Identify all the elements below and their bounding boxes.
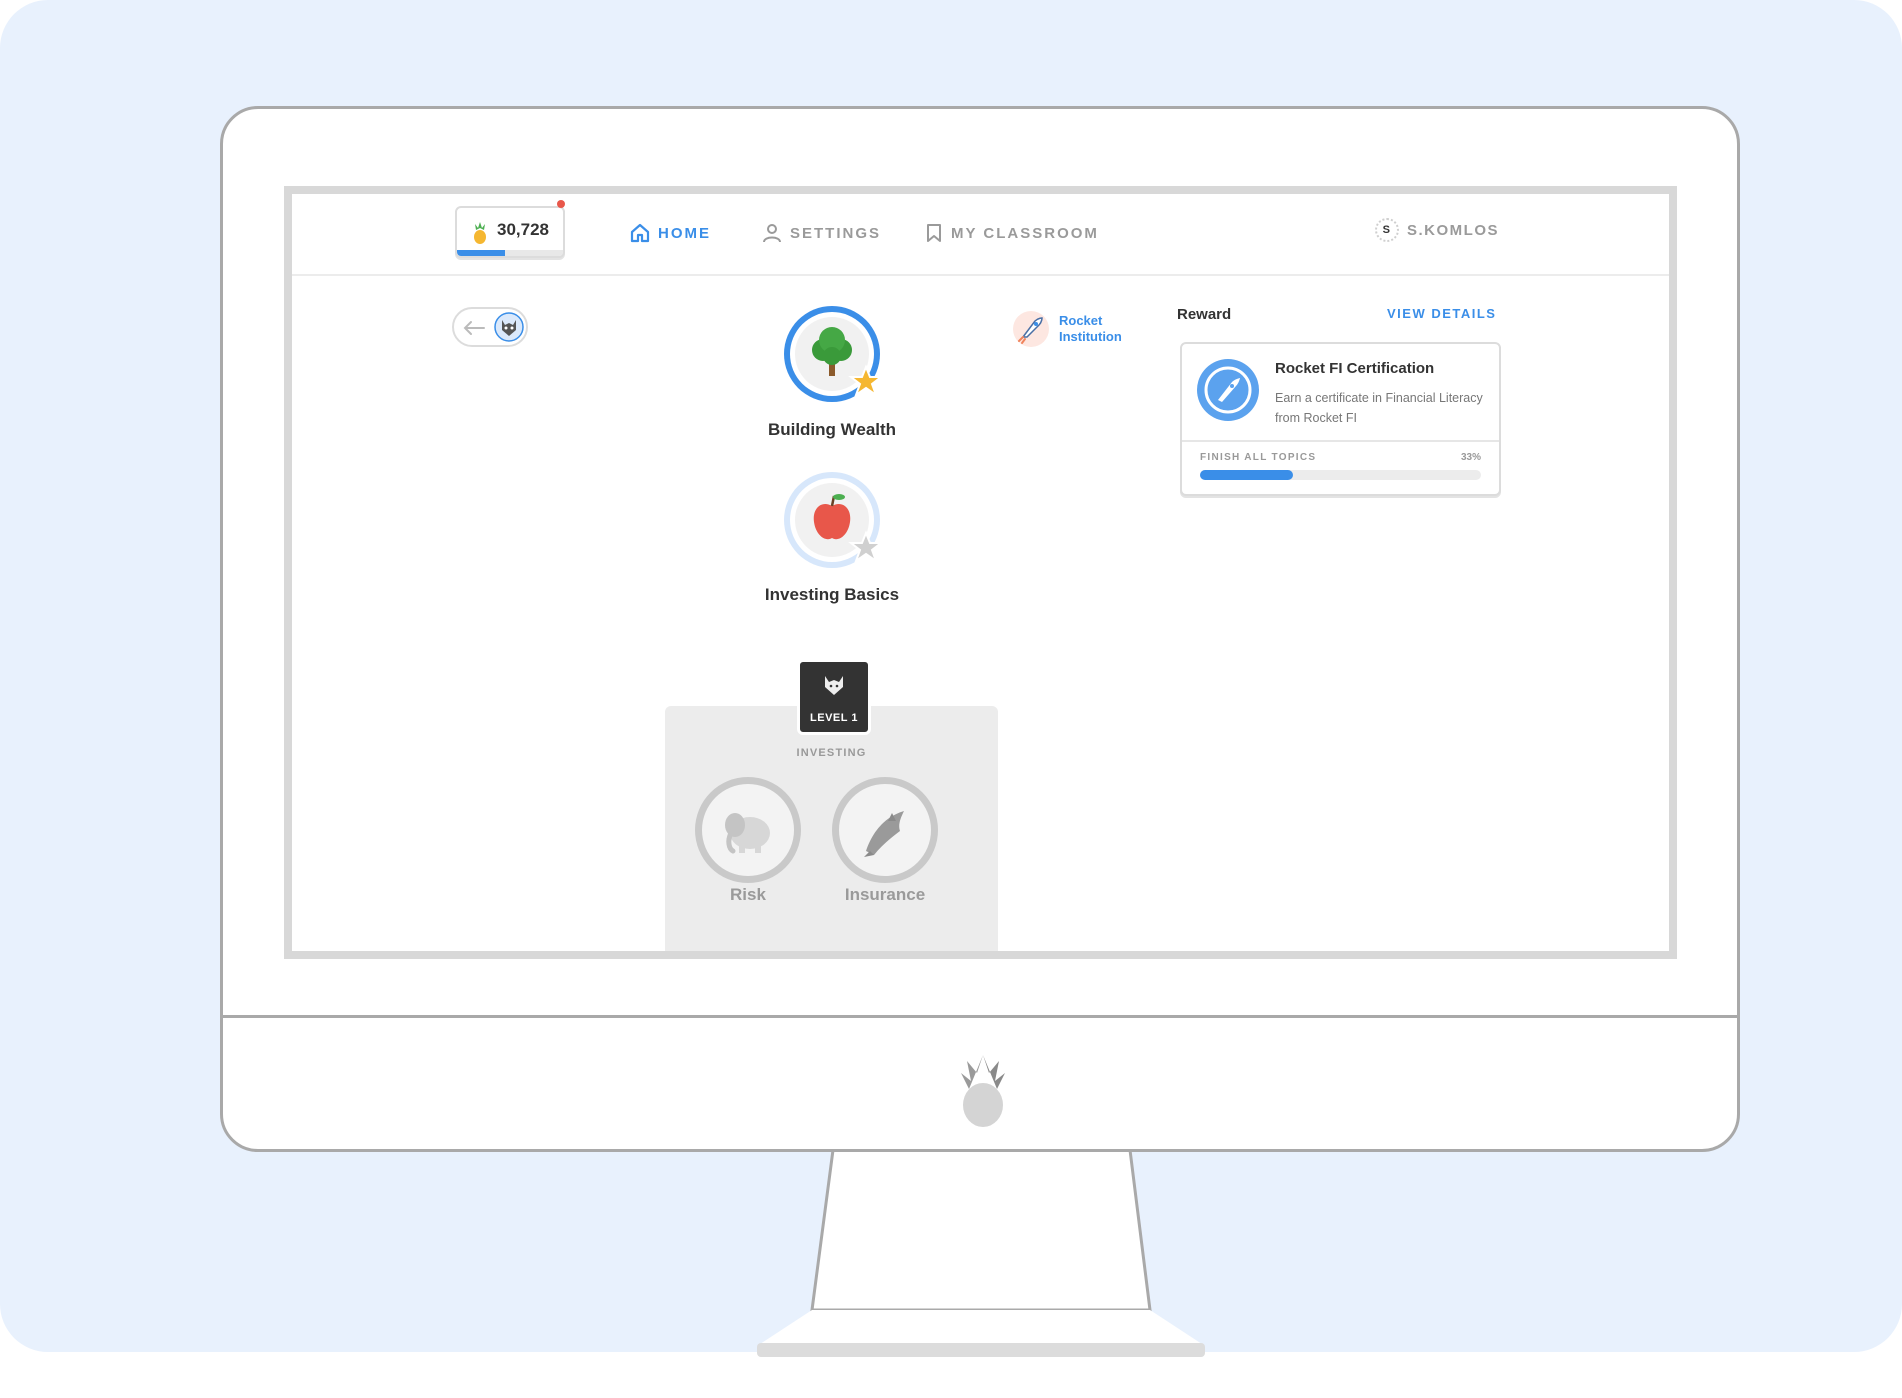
reward-progress-track xyxy=(1200,470,1481,480)
nav-home-label: HOME xyxy=(658,224,711,242)
level-badge: LEVEL 1 xyxy=(797,659,871,735)
user-name: S.KOMLOS xyxy=(1407,221,1500,239)
risk-lesson-node[interactable] xyxy=(693,775,803,885)
pineapple-logo-icon xyxy=(961,1055,1005,1127)
user-icon xyxy=(763,224,781,243)
institution-name-line1: Rocket xyxy=(1059,313,1103,328)
app-screen: 30,728 HOME SETTINGS MY CLASSROOM S S.KO… xyxy=(284,186,1677,959)
bookmark-icon xyxy=(927,224,941,242)
reward-card-header: Rocket FI Certification Earn a certifica… xyxy=(1182,344,1499,442)
certificate-badge-icon xyxy=(1197,359,1259,421)
top-navigation-bar: 30,728 HOME SETTINGS MY CLASSROOM S S.KO… xyxy=(292,194,1669,276)
back-button[interactable] xyxy=(452,307,528,347)
risk-lesson-label: Risk xyxy=(730,885,766,904)
points-value: 30,728 xyxy=(497,220,549,239)
level-badge-label: LEVEL 1 xyxy=(810,712,858,724)
nav-home[interactable]: HOME xyxy=(630,223,711,243)
view-details-link[interactable]: VIEW DETAILS xyxy=(1387,306,1496,321)
reward-card-description: Earn a certificate in Financial Literacy… xyxy=(1275,391,1483,425)
building-wealth-node[interactable] xyxy=(778,300,898,420)
reward-progress-fill xyxy=(1200,470,1293,480)
points-counter[interactable]: 30,728 xyxy=(455,200,565,258)
nav-settings-label: SETTINGS xyxy=(790,224,882,242)
reward-progress-percent: 33% xyxy=(1460,452,1481,463)
points-progress-track xyxy=(457,250,563,256)
level-category: INVESTING xyxy=(796,747,867,759)
home-icon xyxy=(630,223,650,243)
reward-card-title: Rocket FI Certification xyxy=(1275,360,1435,377)
points-progress-fill xyxy=(457,250,505,256)
notification-dot xyxy=(557,200,565,208)
building-wealth-label: Building Wealth xyxy=(767,420,897,439)
institution-name-line2: Institution xyxy=(1059,329,1122,344)
rocket-icon xyxy=(1013,311,1049,347)
reward-heading: Reward xyxy=(1177,306,1232,323)
insurance-lesson-node[interactable] xyxy=(830,775,940,885)
wolf-mascot-icon xyxy=(494,312,524,342)
avatar: S xyxy=(1375,218,1399,242)
monitor-chin-divider xyxy=(223,1015,1737,1018)
institution-link[interactable]: Rocket Institution xyxy=(1011,309,1122,349)
reward-card[interactable]: Rocket FI Certification Earn a certifica… xyxy=(1180,342,1501,496)
arrow-left-icon xyxy=(463,321,485,335)
investing-basics-label: Investing Basics xyxy=(764,585,900,604)
insurance-lesson-label: Insurance xyxy=(844,885,926,904)
investing-basics-node[interactable] xyxy=(778,466,898,586)
wolf-icon xyxy=(825,676,843,695)
nav-my-classroom[interactable]: MY CLASSROOM xyxy=(925,223,1099,243)
user-menu[interactable]: S S.KOMLOS xyxy=(1375,218,1499,242)
nav-my-classroom-label: MY CLASSROOM xyxy=(951,224,1099,242)
nav-settings[interactable]: SETTINGS xyxy=(762,223,881,243)
reward-progress-label: FINISH ALL TOPICS xyxy=(1200,452,1317,463)
pineapple-icon xyxy=(474,222,486,244)
